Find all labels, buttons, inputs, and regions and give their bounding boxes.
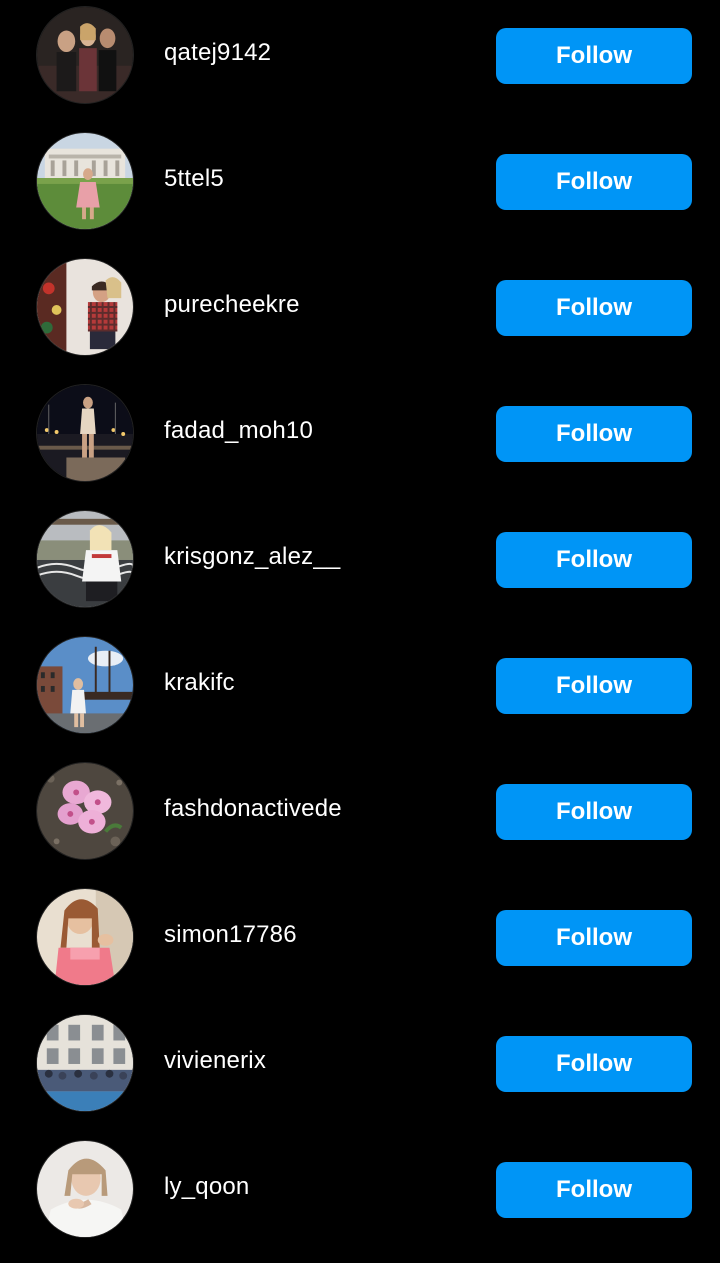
list-item[interactable]: qatej9142 Follow	[0, 6, 720, 132]
list-item[interactable]: simon17786 Follow	[0, 888, 720, 1014]
list-item[interactable]: ly_qoon Follow	[0, 1140, 720, 1263]
username[interactable]: vivienerix	[164, 1045, 266, 1077]
list-item[interactable]: 5ttel5 Follow	[0, 132, 720, 258]
follow-button[interactable]: Follow	[496, 28, 692, 84]
username[interactable]: purecheekre	[164, 289, 300, 321]
avatar[interactable]	[36, 132, 134, 230]
follow-button[interactable]: Follow	[496, 910, 692, 966]
follow-button[interactable]: Follow	[496, 784, 692, 840]
avatar[interactable]	[36, 762, 134, 860]
username[interactable]: qatej9142	[164, 37, 271, 69]
avatar[interactable]	[36, 384, 134, 482]
follow-button[interactable]: Follow	[496, 280, 692, 336]
list-item[interactable]: vivienerix Follow	[0, 1014, 720, 1140]
follow-button[interactable]: Follow	[496, 154, 692, 210]
follow-button[interactable]: Follow	[496, 406, 692, 462]
follow-button[interactable]: Follow	[496, 658, 692, 714]
list-item[interactable]: krakifc Follow	[0, 636, 720, 762]
avatar[interactable]	[36, 1140, 134, 1238]
list-item[interactable]: fashdonactivede Follow	[0, 762, 720, 888]
follow-button[interactable]: Follow	[496, 1162, 692, 1218]
suggested-accounts-list: qatej9142 Follow 5ttel5 Follow purecheek…	[0, 0, 720, 1263]
list-item[interactable]: purecheekre Follow	[0, 258, 720, 384]
avatar[interactable]	[36, 888, 134, 986]
follow-button[interactable]: Follow	[496, 1036, 692, 1092]
avatar[interactable]	[36, 510, 134, 608]
username[interactable]: ly_qoon	[164, 1171, 249, 1203]
avatar[interactable]	[36, 1014, 134, 1112]
list-item[interactable]: krisgonz_alez__ Follow	[0, 510, 720, 636]
follow-button[interactable]: Follow	[496, 532, 692, 588]
username[interactable]: 5ttel5	[164, 163, 224, 195]
avatar[interactable]	[36, 6, 134, 104]
list-item[interactable]: fadad_moh10 Follow	[0, 384, 720, 510]
username[interactable]: krakifc	[164, 667, 235, 699]
username[interactable]: fadad_moh10	[164, 415, 313, 447]
avatar[interactable]	[36, 636, 134, 734]
avatar[interactable]	[36, 258, 134, 356]
username[interactable]: fashdonactivede	[164, 793, 342, 825]
username[interactable]: krisgonz_alez__	[164, 541, 340, 573]
username[interactable]: simon17786	[164, 919, 297, 951]
